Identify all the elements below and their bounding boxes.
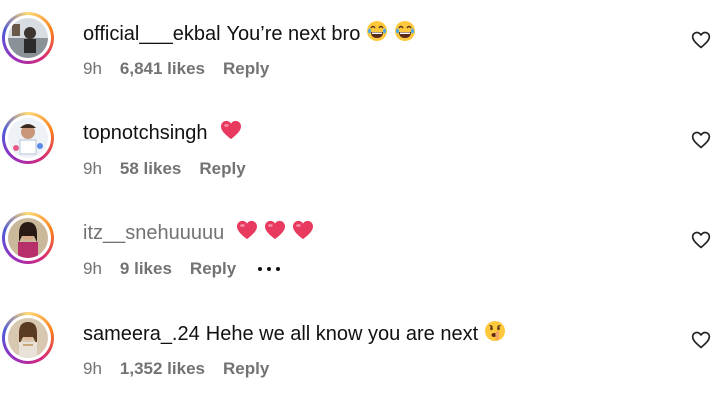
like-heart-icon[interactable]: [691, 30, 711, 50]
reply-button[interactable]: Reply: [223, 358, 269, 380]
comment-likes[interactable]: 6,841 likes: [120, 58, 205, 80]
comment-text: Hehe we all know you are next: [205, 323, 479, 345]
comment-time: 9h: [83, 259, 102, 278]
avatar[interactable]: [2, 12, 54, 64]
comment-item: topnotchsingh 9h 58 likes Reply: [0, 100, 714, 200]
like-heart-icon[interactable]: [691, 330, 711, 350]
comment-item: itz__snehuuuuu 9h 9 likes Reply: [0, 200, 714, 300]
reply-button[interactable]: Reply: [190, 258, 236, 280]
laughing-face-icon: [366, 20, 388, 48]
laughing-face-icon: [394, 20, 416, 48]
avatar[interactable]: [2, 112, 54, 164]
reply-button[interactable]: Reply: [199, 158, 245, 180]
comment-time: 9h: [83, 159, 102, 178]
pink-heart-icon: [220, 120, 242, 146]
comment-time: 9h: [83, 359, 102, 378]
comment-item: official___ekbal You’re next bro 9h 6,84…: [0, 0, 714, 100]
comment-likes[interactable]: 58 likes: [120, 158, 181, 180]
comment-username[interactable]: itz__snehuuuuu: [83, 221, 224, 245]
shushing-face-icon: [484, 320, 506, 348]
like-heart-icon[interactable]: [691, 130, 711, 150]
comment-time: 9h: [83, 59, 102, 78]
pink-heart-icon: [236, 220, 258, 246]
pink-heart-icon: [264, 220, 286, 246]
comment-username[interactable]: topnotchsingh: [83, 121, 208, 145]
like-heart-icon[interactable]: [691, 230, 711, 250]
comment-likes[interactable]: 9 likes: [120, 258, 172, 280]
avatar[interactable]: [2, 212, 54, 264]
comment-username[interactable]: official___ekbal: [83, 22, 221, 46]
comment-username[interactable]: sameera_.24: [83, 322, 200, 346]
more-options-icon[interactable]: [258, 267, 281, 271]
comment-text: You’re next bro: [226, 23, 361, 45]
comment-likes[interactable]: 1,352 likes: [120, 358, 205, 380]
comment-item: sameera_.24 Hehe we all know you are nex…: [0, 300, 714, 400]
avatar[interactable]: [2, 312, 54, 364]
reply-button[interactable]: Reply: [223, 58, 269, 80]
pink-heart-icon: [292, 220, 314, 246]
